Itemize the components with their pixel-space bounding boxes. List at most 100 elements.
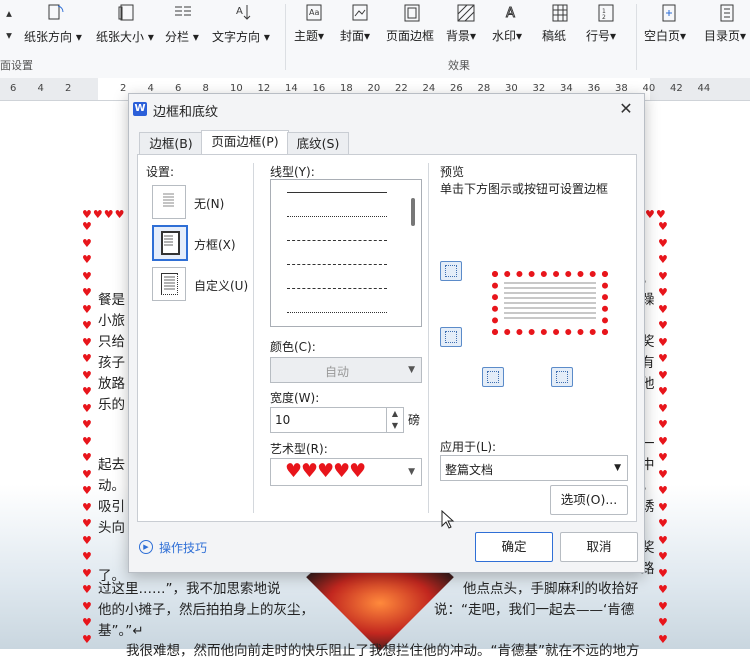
toc-page-button[interactable]: 目录页▾ <box>704 2 750 46</box>
cover-button[interactable]: 封面▾ <box>340 2 380 46</box>
width-input[interactable]: 10 ▲ ▼ <box>270 407 404 433</box>
ribbon: 纸张方向 ▾ 纸张大小 ▾ 分栏 ▾ 文字方向 ▾ A ▴ ▾ 面设置 Aa 主… <box>0 0 750 79</box>
columns-icon <box>172 2 194 46</box>
preview-top-border-button[interactable] <box>440 261 462 281</box>
art-hearts-value: ♥♥♥♥♥ <box>285 460 366 482</box>
background-button[interactable]: 背景▾ <box>446 2 486 46</box>
line-number-button[interactable]: 12 行号▾ <box>586 2 626 46</box>
linetype-scrollbar[interactable] <box>407 182 419 324</box>
setting-none-label[interactable]: 无(N) <box>194 195 224 212</box>
setting-none-button[interactable] <box>152 185 186 219</box>
tab-page-border[interactable]: 页面边框(P) <box>201 130 289 155</box>
line-style-long-dash[interactable] <box>287 264 387 265</box>
toc-page-label: 目录页 <box>704 29 741 43</box>
page-border-icon <box>404 4 420 22</box>
apply-to-select[interactable]: 整篇文档 ▼ <box>440 455 628 481</box>
cover-label: 封面 <box>340 29 365 43</box>
doc-line: 说：“走吧，我们一起去——‘肯德 <box>434 602 635 618</box>
background-label: 背景 <box>446 29 471 43</box>
watermark-icon: A <box>506 6 516 22</box>
ok-button[interactable]: 确定 <box>475 532 553 562</box>
line-style-dashed[interactable] <box>287 240 387 241</box>
page-border-panel: 设置: 无(N) 方框(X) 自定义(U) 线型(Y): 颜色(C): 自动 ▼… <box>137 154 637 522</box>
chevron-down-icon: ▼ <box>408 467 415 477</box>
line-style-solid[interactable] <box>287 192 387 193</box>
tips-icon[interactable]: ▶ <box>139 540 153 554</box>
preview-right-border-button[interactable] <box>551 367 573 387</box>
tips-link[interactable]: 操作技巧 <box>159 539 207 556</box>
ruler-tick-label: 42 <box>670 83 683 94</box>
apply-to-label: 应用于(L): <box>440 440 497 454</box>
stepper-down-icon[interactable]: ▼ <box>387 420 403 432</box>
tab-shading[interactable]: 底纹(S) <box>287 132 349 155</box>
doc-line: 餐是 <box>98 292 125 308</box>
width-stepper[interactable]: ▲ ▼ <box>386 408 403 432</box>
preview-area[interactable] <box>470 249 630 359</box>
setting-custom-button[interactable] <box>152 267 186 301</box>
scrollbar-thumb[interactable] <box>411 198 415 226</box>
art-label: 艺术型(R): <box>270 442 328 456</box>
svg-text:A: A <box>236 6 243 17</box>
page-none-icon <box>161 191 176 211</box>
doc-line: 过这里……”，我不加思索地说 <box>98 581 281 597</box>
preview-hint: 单击下方图示或按钮可设置边框 <box>440 182 609 196</box>
blank-page-button[interactable]: 空白页▾ <box>644 2 694 46</box>
stepper-up-icon[interactable]: ▲ <box>387 408 403 420</box>
wps-logo-icon: W <box>133 102 147 116</box>
width-label: 宽度(W): <box>270 391 320 405</box>
watermark-label: 水印 <box>492 29 517 43</box>
doc-line: 乐的 <box>98 397 125 413</box>
draft-paper-icon <box>552 4 568 22</box>
linetype-label: 线型(Y): <box>270 165 315 179</box>
doc-line: 只给 <box>98 334 125 350</box>
setting-custom-label[interactable]: 自定义(U) <box>194 277 248 294</box>
theme-button[interactable]: Aa 主题▾ <box>294 2 334 46</box>
doc-line: 他点点头，手脚麻利的收拾好 <box>463 581 639 597</box>
cancel-button[interactable]: 取消 <box>560 532 638 562</box>
ruler-tick-label: 4 <box>37 83 44 94</box>
color-select[interactable]: 自动 ▼ <box>270 357 422 383</box>
setting-box-label[interactable]: 方框(X) <box>194 236 236 253</box>
doc-line: 头向 <box>98 520 125 536</box>
setting-box-button[interactable] <box>152 225 188 261</box>
dialog-titlebar[interactable]: W 边框和底纹 ✕ <box>129 94 644 124</box>
ribbon-separator-2 <box>636 4 637 70</box>
theme-label: 主题 <box>294 29 319 43</box>
options-button[interactable]: 选项(O)... <box>550 485 628 515</box>
line-style-dash-dot-dot[interactable] <box>287 312 387 313</box>
draft-paper-button[interactable]: 稿纸 <box>542 2 578 46</box>
paper-size-icon <box>116 2 138 46</box>
close-icon[interactable]: ✕ <box>616 99 636 119</box>
line-style-dash-dot[interactable] <box>287 288 387 289</box>
page-border-label: 页面边框 <box>386 29 435 43</box>
ruler-tick-label: 44 <box>697 83 711 94</box>
page-box-icon <box>161 231 180 255</box>
line-number-icon: 12 <box>598 4 614 22</box>
line-number-label: 行号 <box>586 29 611 43</box>
chevron-down-icon: ▼ <box>614 463 621 473</box>
mouse-cursor-icon <box>441 510 455 529</box>
page-border-button[interactable]: 页面边框 <box>386 2 438 46</box>
tab-borders[interactable]: 边框(B) <box>139 132 203 155</box>
ruler-tick-label: 2 <box>65 83 72 94</box>
art-select[interactable]: ♥♥♥♥♥ ▼ <box>270 458 422 486</box>
ruler-tick-label: 2 <box>120 83 127 94</box>
apply-to-value: 整篇文档 <box>445 463 494 477</box>
color-value: 自动 <box>325 365 350 379</box>
panel-separator-2 <box>428 163 429 513</box>
preview-left-border-button[interactable] <box>482 367 504 387</box>
linetype-list[interactable] <box>270 179 422 327</box>
watermark-button[interactable]: A 水印▾ <box>492 2 532 46</box>
svg-text:Aa: Aa <box>309 8 319 17</box>
preview-bottom-border-button[interactable] <box>440 327 462 347</box>
draft-paper-label: 稿纸 <box>542 29 567 43</box>
doc-line: 孩子 <box>98 355 125 371</box>
settings-label: 设置: <box>146 165 175 179</box>
doc-line: 基”。”↵ <box>98 623 144 639</box>
heart-border-left: ♥♥♥♥♥♥♥♥♥♥♥♥♥♥♥♥♥♥♥♥♥♥♥♥♥♥♥ <box>82 220 92 646</box>
line-style-dotted[interactable] <box>287 216 387 217</box>
background-icon <box>457 4 475 22</box>
ruler-tick-label: 6 <box>10 83 17 94</box>
doc-line: 起去 <box>98 457 125 473</box>
theme-icon: Aa <box>306 4 322 21</box>
